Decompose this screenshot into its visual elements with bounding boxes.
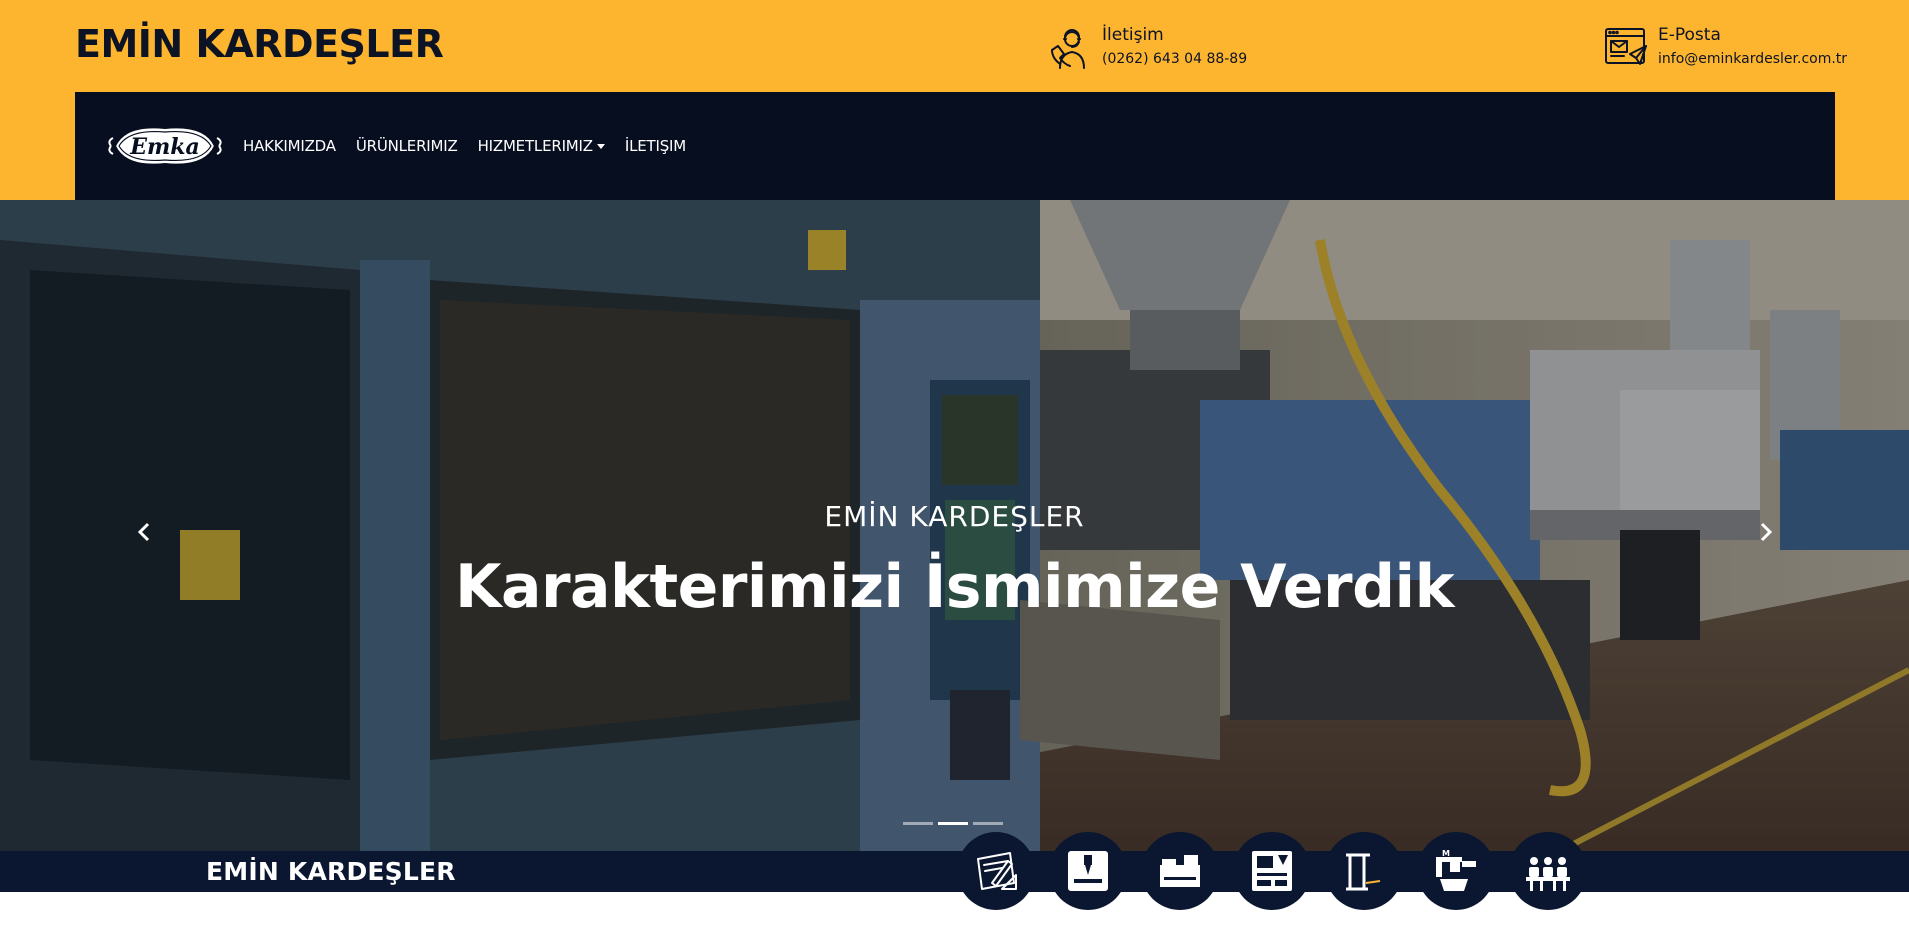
cnc-drill-icon — [1068, 851, 1108, 891]
contact-phone[interactable]: İletişim (0262) 643 04 88-89 — [1046, 24, 1247, 72]
nav-item-iletisim[interactable]: İLETIŞIM — [625, 137, 686, 155]
nav-item-urunlerimiz[interactable]: ÜRÜNLERIMIZ — [356, 137, 458, 155]
press-frame-icon — [1346, 853, 1381, 891]
support-agent-icon — [1051, 29, 1085, 69]
carousel-indicators — [903, 822, 1008, 825]
page: EMİN KARDEŞLER İletişim (0262) 643 04 88… — [0, 0, 1909, 934]
main-navbar: Emka HAKKIMIZDA ÜRÜNLERIMIZ HIZMETLERIMI… — [75, 92, 1835, 200]
carousel-indicator-1[interactable] — [903, 822, 933, 825]
strip-brand: EMİN KARDEŞLER — [206, 857, 456, 886]
service-press-frame[interactable] — [1325, 832, 1403, 910]
service-design[interactable] — [957, 832, 1035, 910]
top-bar: EMİN KARDEŞLER İletişim (0262) 643 04 88… — [0, 0, 1909, 200]
nav-item-hizmetlerimiz[interactable]: HIZMETLERIMIZ — [478, 137, 605, 155]
contact-email-value[interactable]: info@eminkardesler.com.tr — [1658, 48, 1847, 70]
service-measurement[interactable]: M — [1417, 832, 1495, 910]
cnc-machine-icon — [1160, 855, 1200, 887]
logo-text: Emka — [129, 134, 200, 160]
service-cnc-machine[interactable] — [1141, 832, 1219, 910]
service-team[interactable] — [1509, 832, 1587, 910]
contact-email[interactable]: E-Posta info@eminkardesler.com.tr — [1602, 24, 1847, 72]
design-drafting-icon — [977, 852, 1017, 890]
nav-item-hakkimizda[interactable]: HAKKIMIZDA — [243, 137, 336, 155]
caret-down-icon — [596, 143, 605, 149]
emka-logo[interactable]: Emka — [105, 119, 225, 173]
hero-subtitle: EMİN KARDEŞLER — [824, 500, 1085, 533]
service-control-panel[interactable] — [1233, 832, 1311, 910]
nav-links: HAKKIMIZDA ÜRÜNLERIMIZ HIZMETLERIMIZ İLE… — [243, 137, 706, 155]
hero-title: Karakterimizi İsmimize Verdik — [454, 552, 1455, 622]
bottom-strip: EMİN KARDEŞLER — [0, 851, 1909, 892]
carousel-indicator-2[interactable] — [938, 822, 968, 825]
carousel-indicator-3[interactable] — [973, 822, 1003, 825]
service-icons: M — [957, 832, 1601, 910]
email-browser-icon — [1605, 28, 1647, 65]
site-brand[interactable]: EMİN KARDEŞLER — [75, 22, 444, 66]
nav-item-hizmetlerimiz-label: HIZMETLERIMIZ — [477, 137, 593, 155]
control-panel-icon — [1252, 851, 1292, 891]
svg-text:M: M — [1442, 849, 1450, 858]
contact-phone-value[interactable]: (0262) 643 04 88-89 — [1102, 48, 1247, 70]
team-icon — [1526, 857, 1570, 891]
contact-email-title: E-Posta — [1658, 25, 1721, 45]
hero-carousel: EMİN KARDEŞLER Karakterimizi İsmimize Ve… — [0, 200, 1909, 851]
measurement-machine-icon: M — [1436, 849, 1476, 891]
service-cnc-drill[interactable] — [1049, 832, 1127, 910]
contact-phone-title: İletişim — [1102, 25, 1164, 45]
